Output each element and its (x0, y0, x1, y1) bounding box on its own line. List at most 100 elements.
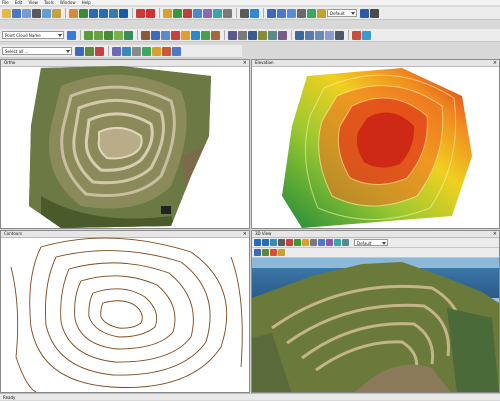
save-icon[interactable] (12, 8, 21, 18)
mirror-icon[interactable] (278, 30, 287, 40)
menu-view[interactable]: View (28, 0, 38, 5)
settings-icon[interactable] (223, 8, 232, 18)
fill-icon[interactable] (181, 30, 190, 40)
mesh-icon[interactable] (305, 30, 314, 40)
camera-icon[interactable] (318, 239, 325, 246)
select-all-icon[interactable] (75, 46, 84, 56)
save-as-icon[interactable] (22, 8, 31, 18)
color-icon[interactable] (142, 46, 151, 56)
view3d-combo[interactable]: Default (354, 239, 388, 246)
wireframe-icon[interactable] (310, 239, 317, 246)
view-side-icon[interactable] (287, 8, 296, 18)
snap-icon[interactable] (238, 30, 247, 40)
invert-icon[interactable] (112, 46, 121, 56)
view-top-icon[interactable] (267, 8, 276, 18)
home-icon[interactable] (119, 8, 128, 18)
layer-icon[interactable] (163, 8, 172, 18)
redo-icon[interactable] (362, 30, 371, 40)
menu-tools[interactable]: Tools (44, 0, 54, 5)
class-color-icon[interactable] (172, 46, 181, 56)
help-icon[interactable] (370, 8, 379, 18)
height-icon[interactable] (162, 46, 171, 56)
polygon-icon[interactable] (124, 30, 133, 40)
texture-icon[interactable] (294, 239, 301, 246)
lock-icon[interactable] (317, 8, 326, 18)
export-icon[interactable] (42, 8, 51, 18)
erase-icon[interactable] (171, 30, 180, 40)
open-icon[interactable] (2, 8, 11, 18)
delete-icon[interactable] (146, 8, 155, 18)
view-iso-icon[interactable] (297, 8, 306, 18)
default-combo[interactable]: Default (327, 9, 357, 17)
fly-icon[interactable] (342, 239, 349, 246)
cut-icon[interactable] (141, 30, 150, 40)
refresh-icon[interactable] (307, 8, 316, 18)
folder-icon[interactable] (52, 8, 61, 18)
copy-icon[interactable] (151, 30, 160, 40)
view3d-pane[interactable]: 3D View × Default (251, 230, 500, 393)
grid-icon[interactable] (193, 8, 202, 18)
walk-icon[interactable] (262, 249, 269, 256)
zoom-out-icon[interactable] (99, 8, 108, 18)
surface-icon[interactable] (315, 30, 324, 40)
polyline-icon[interactable] (114, 30, 123, 40)
menu-edit[interactable]: Edit (15, 0, 23, 5)
undo-icon[interactable] (352, 30, 361, 40)
align-icon[interactable] (248, 30, 257, 40)
measure-icon[interactable] (136, 8, 145, 18)
menu-window[interactable]: Window (60, 0, 76, 5)
triangulate-icon[interactable] (295, 30, 304, 40)
nav-icon[interactable] (254, 249, 261, 256)
measure-3d-icon[interactable] (278, 249, 285, 256)
light-icon[interactable] (302, 239, 309, 246)
intensity-icon[interactable] (152, 46, 161, 56)
water-icon[interactable] (191, 30, 200, 40)
vegetation-icon[interactable] (201, 30, 210, 40)
pen-icon[interactable] (94, 30, 103, 40)
line-icon[interactable] (104, 30, 113, 40)
menu-file[interactable]: File (2, 0, 9, 5)
terrain-icon[interactable] (173, 8, 182, 18)
add-icon[interactable] (67, 30, 76, 40)
render-icon[interactable] (326, 239, 333, 246)
pan-icon[interactable] (69, 8, 78, 18)
profile-icon[interactable] (240, 8, 249, 18)
toolbar-selection: Select all ... (0, 45, 242, 58)
ground-icon[interactable] (211, 30, 220, 40)
zoom-extents-icon[interactable] (109, 8, 118, 18)
scale-icon[interactable] (268, 30, 277, 40)
menu-help[interactable]: Help (82, 0, 91, 5)
selection-combo[interactable]: Select all ... (2, 47, 72, 55)
select-ground-icon[interactable] (85, 46, 94, 56)
hide-icon[interactable] (132, 46, 141, 56)
deselect-icon[interactable] (95, 46, 104, 56)
info-icon[interactable] (360, 8, 369, 18)
target-icon[interactable] (270, 249, 277, 256)
ortho-pane[interactable]: Ortho × (0, 59, 250, 229)
zoom-out-icon[interactable] (262, 239, 269, 246)
report-icon[interactable] (335, 30, 344, 40)
point-cloud-combo[interactable]: Point Cloud Name (2, 31, 64, 39)
zoom-in-icon[interactable] (89, 8, 98, 18)
paste-icon[interactable] (161, 30, 170, 40)
volume-icon[interactable] (325, 30, 334, 40)
orbit-icon[interactable] (270, 239, 277, 246)
view-front-icon[interactable] (277, 8, 286, 18)
contours-pane[interactable]: Contours × (0, 230, 250, 393)
node-icon[interactable] (228, 30, 237, 40)
filter-icon[interactable] (213, 8, 222, 18)
select-icon[interactable] (79, 8, 88, 18)
visible-icon[interactable] (122, 46, 131, 56)
classify-icon[interactable] (203, 8, 212, 18)
reset-view-icon[interactable] (286, 239, 293, 246)
section-icon[interactable] (250, 8, 259, 18)
close-icon[interactable]: × (493, 231, 497, 237)
elevation-pane[interactable]: Elevation × (251, 59, 500, 229)
zoom-in-icon[interactable] (254, 239, 261, 246)
print-icon[interactable] (32, 8, 41, 18)
pan-icon[interactable] (278, 239, 285, 246)
brush-icon[interactable] (84, 30, 93, 40)
sky-icon[interactable] (334, 239, 341, 246)
rotate-icon[interactable] (258, 30, 267, 40)
contour-icon[interactable] (183, 8, 192, 18)
